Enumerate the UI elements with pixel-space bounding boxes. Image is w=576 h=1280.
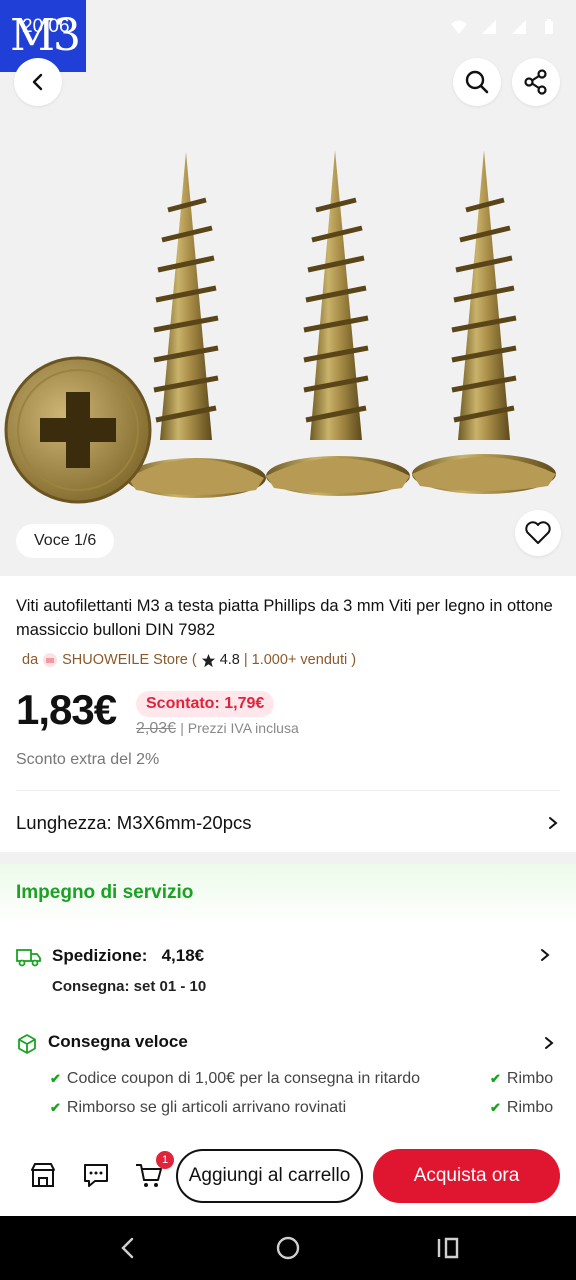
- search-icon: [465, 70, 489, 94]
- discount-badge: Scontato: 1,79€: [136, 691, 275, 717]
- search-button[interactable]: [453, 58, 501, 106]
- chevron-right-icon: [541, 949, 550, 961]
- store-logo-icon: [43, 653, 58, 667]
- check-icon: ✔: [490, 1071, 501, 1086]
- delivery-date: Consegna: set 01 - 10: [52, 978, 207, 995]
- shipping-price: 4,18€: [161, 946, 205, 965]
- chevron-left-icon: [32, 73, 43, 91]
- share-icon: [524, 69, 547, 95]
- store-line[interactable]: da SHUOWEILE Store ( 4.8 | 1.000+ vendut…: [22, 652, 356, 668]
- back-button[interactable]: [14, 58, 62, 106]
- perk-text: Rimbo: [506, 1099, 554, 1116]
- perk-item-right: ✔ Rimbo: [490, 1099, 553, 1117]
- wishlist-button[interactable]: [515, 510, 561, 556]
- vat-note: | Prezzi IVA inclusa: [180, 720, 299, 736]
- store-name[interactable]: SHUOWEILE Store: [62, 652, 188, 668]
- check-icon: ✔: [490, 1100, 501, 1115]
- nav-home-icon[interactable]: [274, 1234, 302, 1262]
- product-title: Viti autofilettanti M3 a testa piatta Ph…: [16, 597, 553, 639]
- heart-icon: [525, 521, 551, 544]
- old-price-line: 2,03€ | Prezzi IVA inclusa: [136, 720, 299, 738]
- signal-icon: [482, 20, 496, 34]
- wifi-icon: [451, 20, 467, 34]
- section-separator: [0, 852, 576, 864]
- variant-label: Lunghezza: M3X6mm-20pcs: [16, 812, 252, 833]
- status-bar: M3 20:06: [0, 0, 576, 72]
- store-icon[interactable]: [28, 1160, 58, 1190]
- service-commitment: Impegno di servizio Spedizione: 4,18€ Co…: [0, 864, 576, 1164]
- chat-icon[interactable]: [81, 1160, 111, 1190]
- signal-icon-2: [512, 20, 526, 34]
- store-open-paren: (: [191, 652, 197, 668]
- divider: [16, 790, 560, 791]
- old-price: 2,03€: [136, 720, 177, 737]
- extra-discount: Sconto extra del 2%: [16, 751, 160, 768]
- nav-back-icon[interactable]: [114, 1234, 142, 1262]
- check-icon: ✔: [50, 1100, 61, 1115]
- perk-text: Rimborso se gli articoli arrivano rovina…: [66, 1099, 347, 1116]
- shipping-label-text: Spedizione:: [52, 946, 148, 965]
- status-icons: [450, 18, 558, 36]
- chevron-right-icon: [545, 1037, 554, 1049]
- check-icon: ✔: [50, 1071, 61, 1086]
- image-counter: Voce 1/6: [16, 524, 115, 558]
- service-title: Impegno di servizio: [16, 882, 194, 903]
- bottom-action-bar: 1 Aggiungi al carrello Acquista ora: [0, 1136, 576, 1216]
- current-price: 1,83€: [16, 686, 117, 733]
- sold-count: | 1.000+ venduti ): [243, 652, 357, 668]
- perk-item-right: ✔ Rimbo: [490, 1070, 553, 1088]
- add-to-cart-button[interactable]: Aggiungi al carrello: [176, 1149, 363, 1203]
- store-rating: 4.8: [219, 652, 240, 668]
- share-button[interactable]: [512, 58, 560, 106]
- battery-icon: [545, 19, 553, 34]
- status-clock: 20:06: [22, 16, 70, 37]
- shipping-label: Spedizione: 4,18€: [52, 946, 204, 966]
- buy-now-button[interactable]: Acquista ora: [373, 1149, 560, 1203]
- perk-text: Codice coupon di 1,00€ per la consegna i…: [66, 1070, 421, 1087]
- variant-selector[interactable]: Lunghezza: M3X6mm-20pcs: [0, 792, 576, 854]
- store-prefix: da: [22, 652, 39, 668]
- system-navigation-bar: [0, 1216, 576, 1280]
- perks-list: ✔ Codice coupon di 1,00€ per la consegna …: [0, 1064, 576, 1124]
- product-image-gallery[interactable]: M3 20:06 Voce 1/6: [0, 0, 576, 576]
- box-icon: [18, 1034, 36, 1054]
- shipping-row[interactable]: Spedizione: 4,18€ Consegna: set 01 - 10: [16, 942, 560, 1002]
- fast-delivery-row[interactable]: Consegna veloce: [16, 1030, 560, 1060]
- nav-recents-icon[interactable]: [434, 1234, 462, 1262]
- cart-count-badge: 1: [156, 1151, 174, 1169]
- perk-item: ✔ Codice coupon di 1,00€ per la consegna …: [50, 1070, 420, 1088]
- truck-icon: [16, 949, 41, 967]
- fast-delivery-label: Consegna veloce: [48, 1032, 188, 1051]
- chevron-right-icon: [549, 817, 558, 829]
- perk-text: Rimbo: [506, 1070, 554, 1087]
- perk-item: ✔ Rimborso se gli articoli arrivano rovin…: [50, 1099, 346, 1117]
- star-icon: [201, 653, 215, 667]
